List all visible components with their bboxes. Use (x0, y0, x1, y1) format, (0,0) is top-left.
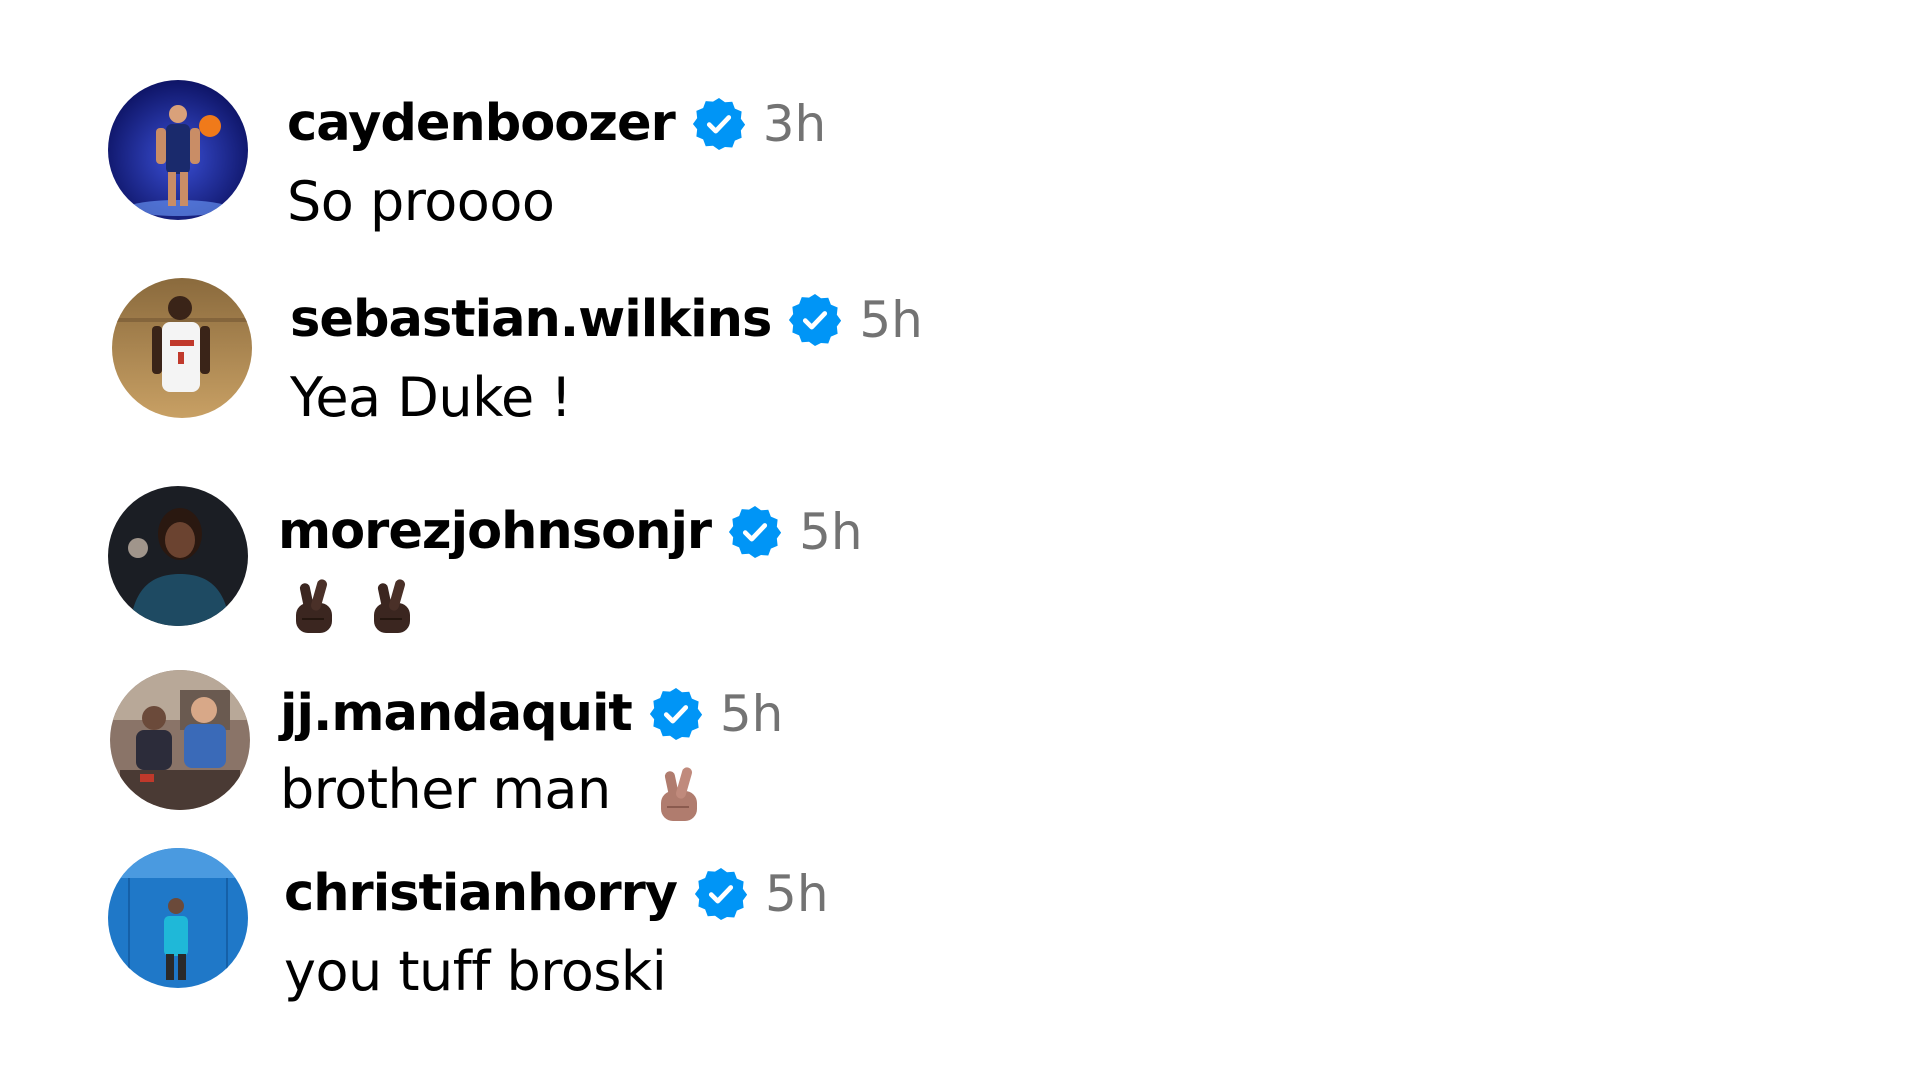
username-link[interactable]: jj.mandaquit (280, 684, 633, 743)
avatar[interactable] (108, 80, 248, 220)
comment-header: sebastian.wilkins 5h (290, 290, 923, 349)
comment-item: jj.mandaquit 5h brother man (0, 666, 1100, 826)
verified-badge-icon (695, 867, 748, 920)
avatar-basketball-player-court-icon (108, 848, 248, 988)
comment-timestamp[interactable]: 5h (799, 503, 863, 561)
verified-badge-icon (729, 505, 782, 558)
comments-list: caydenboozer 3h So proooo sebastian.wilk… (0, 0, 1920, 1080)
comment-header: caydenboozer 3h (287, 94, 826, 153)
comment-header: morezjohnsonjr 5h (278, 502, 863, 561)
verified-badge-icon (789, 293, 842, 346)
comment-item: sebastian.wilkins 5h Yea Duke ! (0, 268, 1100, 429)
comment-text (288, 570, 418, 635)
comment-text: Yea Duke ! (290, 366, 572, 429)
comment-timestamp[interactable]: 5h (859, 291, 923, 349)
username-link[interactable]: sebastian.wilkins (290, 290, 772, 349)
comment-header: christianhorry 5h (284, 864, 829, 923)
comment-item: christianhorry 5h you tuff broski (0, 848, 1100, 1008)
avatar[interactable] (112, 278, 252, 418)
username-link[interactable]: christianhorry (284, 864, 678, 923)
avatar-group-photo-icon (110, 670, 250, 810)
comment-timestamp[interactable]: 5h (720, 685, 784, 743)
username-link[interactable]: caydenboozer (287, 94, 676, 153)
avatar[interactable] (108, 848, 248, 988)
avatar[interactable] (110, 670, 250, 810)
crossed-fingers-dark-skin-emoji-icon (366, 575, 418, 635)
avatar-basketball-player-blue-icon (108, 80, 248, 220)
comment-text: you tuff broski (284, 940, 667, 1003)
comment-timestamp[interactable]: 5h (765, 865, 829, 923)
crossed-fingers-dark-skin-emoji-icon (288, 575, 340, 635)
verified-badge-icon (649, 687, 702, 740)
comment-header: jj.mandaquit 5h (280, 684, 783, 743)
avatar[interactable] (108, 486, 248, 626)
comment-timestamp[interactable]: 3h (763, 95, 827, 153)
avatar-basketball-player-gym-icon (112, 278, 252, 418)
comment-item: caydenboozer 3h So proooo (0, 72, 1100, 233)
comment-text-row: brother man (280, 758, 705, 823)
comment-text: So proooo (287, 170, 555, 233)
verified-badge-icon (692, 97, 745, 150)
comment-text: brother man (280, 758, 611, 821)
comment-item: morezjohnsonjr 5h (0, 478, 1100, 638)
username-link[interactable]: morezjohnsonjr (278, 502, 712, 561)
avatar-portrait-dark-icon (108, 486, 248, 626)
crossed-fingers-medium-skin-emoji-icon (653, 763, 705, 823)
